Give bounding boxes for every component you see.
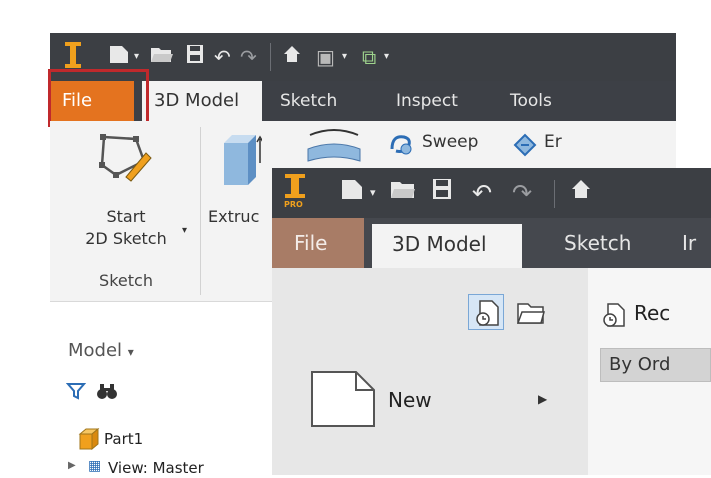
- recent-documents-icon: [474, 299, 500, 331]
- save-icon[interactable]: [432, 168, 452, 218]
- revolve-icon[interactable]: [306, 127, 362, 167]
- redo-icon[interactable]: ↷: [240, 33, 257, 81]
- inventor-pro-logo-icon[interactable]: PRO: [282, 172, 308, 214]
- expand-arrow-icon[interactable]: ▶: [68, 460, 76, 471]
- appearance-icon[interactable]: ▣: [316, 33, 335, 81]
- recent-title: Rec: [634, 301, 671, 325]
- front-ribbon-tabs: File 3D Model Sketch Ir: [272, 218, 711, 268]
- sketch-panel-label: Sketch: [99, 271, 153, 290]
- tab-3d-model-label: 3D Model: [154, 90, 240, 111]
- select-filter-icon[interactable]: ⧉: [362, 33, 376, 81]
- browser-title-label: Model: [68, 340, 123, 361]
- tab-sketch[interactable]: Sketch: [280, 81, 337, 121]
- redo-icon[interactable]: ↷: [512, 168, 532, 218]
- open-folder-icon[interactable]: [150, 33, 174, 81]
- undo-icon[interactable]: ↶: [214, 33, 231, 81]
- sketch-icon: [96, 131, 152, 187]
- dropdown-arrow-icon[interactable]: ▾: [370, 168, 376, 218]
- open-documents-toggle[interactable]: [512, 294, 548, 330]
- chevron-down-icon: ▾: [127, 345, 134, 359]
- tab-3d-model[interactable]: 3D Model: [372, 224, 522, 268]
- 2d-sketch-label: 2D Sketch: [85, 229, 167, 248]
- new-menu-item[interactable]: New ▶: [302, 364, 562, 434]
- extrude-button[interactable]: Extruc: [208, 127, 272, 247]
- recent-documents-panel: Rec By Ord: [588, 268, 711, 475]
- file-menu-panel: New ▶: [272, 268, 588, 475]
- home-icon[interactable]: [570, 168, 592, 218]
- part-icon: [78, 427, 100, 454]
- home-icon[interactable]: [282, 33, 302, 81]
- open-documents-icon: [516, 300, 546, 330]
- emboss-label: Er: [544, 132, 562, 152]
- front-quick-access-toolbar: PRO ▾ ↶ ↷: [272, 168, 711, 218]
- sweep-label: Sweep: [422, 132, 479, 152]
- sort-label: By Ord: [609, 354, 671, 375]
- view-icon: ▦: [88, 458, 102, 474]
- recent-documents-icon: [602, 302, 626, 332]
- new-file-icon[interactable]: [340, 168, 364, 218]
- panel-divider: [200, 127, 201, 295]
- tab-inspect-label: Ir: [682, 231, 697, 255]
- open-folder-icon[interactable]: [390, 168, 416, 218]
- binoculars-icon[interactable]: [96, 382, 118, 404]
- dropdown-arrow-icon[interactable]: ▾: [384, 33, 389, 81]
- tab-tools-label: Tools: [510, 91, 552, 111]
- tab-3d-model-label: 3D Model: [392, 232, 487, 256]
- view-label: View: Master: [108, 459, 204, 477]
- model-browser: Model ▾ Part1 ▶ ▦ View: Master: [50, 302, 272, 477]
- save-icon[interactable]: [186, 33, 204, 81]
- tab-inspect[interactable]: Inspect: [396, 81, 458, 121]
- new-label: New: [388, 388, 432, 412]
- tab-3d-model[interactable]: 3D Model: [142, 81, 262, 121]
- tab-sketch-label: Sketch: [280, 91, 338, 111]
- toolbar-separator: [554, 180, 555, 208]
- filter-icon[interactable]: [65, 382, 87, 404]
- dropdown-arrow-icon[interactable]: ▾: [182, 225, 187, 236]
- recent-documents-toggle[interactable]: [468, 294, 504, 330]
- pro-label: PRO: [284, 200, 303, 209]
- tab-file-label: File: [294, 231, 328, 255]
- tab-sketch[interactable]: Sketch: [564, 218, 631, 268]
- browser-title[interactable]: Model ▾: [68, 340, 134, 361]
- tab-sketch-label: Sketch: [564, 231, 632, 255]
- start-label: Start: [106, 207, 146, 226]
- sort-by-order-dropdown[interactable]: By Ord: [600, 348, 711, 382]
- start-2d-sketch-button[interactable]: Start 2D Sketch ▾: [60, 127, 192, 267]
- dropdown-arrow-icon[interactable]: ▾: [342, 33, 347, 81]
- tab-file[interactable]: File: [272, 218, 364, 268]
- toolbar-separator: [270, 43, 271, 71]
- tab-inspect[interactable]: Ir: [682, 218, 696, 268]
- new-document-icon: [308, 368, 378, 434]
- tab-inspect-label: Inspect: [396, 91, 458, 111]
- submenu-arrow-icon: ▶: [538, 392, 548, 406]
- file-tab-highlight: [48, 69, 149, 127]
- emboss-icon: [512, 131, 538, 161]
- part-label: Part1: [104, 430, 144, 448]
- sweep-icon: [388, 131, 414, 161]
- undo-icon[interactable]: ↶: [472, 168, 492, 218]
- extrude-icon: [218, 133, 264, 193]
- tab-tools[interactable]: Tools: [510, 81, 552, 121]
- extrude-label: Extruc: [208, 207, 260, 226]
